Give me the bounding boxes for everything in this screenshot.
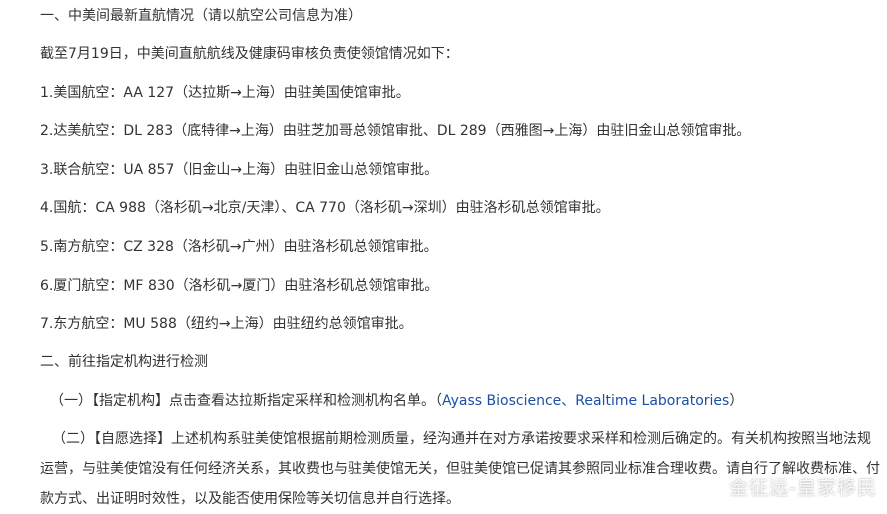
section-2-heading: 二、前往指定机构进行检测	[40, 354, 208, 370]
flight-item-4: 4.国航：CA 988（洛杉矶→北京/天津）、CA 770（洛杉矶→深圳）由驻洛…	[40, 200, 610, 216]
weibo-icon	[699, 477, 723, 497]
flight-item-6: 6.厦门航空：MF 830（洛杉矶→厦门）由驻洛杉矶总领馆审批。	[40, 278, 439, 294]
flight-item-1: 1.美国航空：AA 127（达拉斯→上海）由驻美国使馆审批。	[40, 85, 410, 101]
realtime-laboratories-link[interactable]: Realtime Laboratories	[575, 393, 729, 409]
flight-item-5: 5.南方航空：CZ 328（洛杉矶→广州）由驻洛杉矶总领馆审批。	[40, 239, 438, 255]
flight-item-3: 3.联合航空：UA 857（旧金山→上海）由驻旧金山总领馆审批。	[40, 162, 439, 178]
voluntary-choice-paragraph: （二）【自愿选择】上述机构系驻美使馆根据前期检测质量，经沟通并在对方承诺按要求采…	[40, 431, 880, 507]
designated-institutions-item: （一）【指定机构】点击查看达拉斯指定采样和检测机构名单。（Ayass Biosc…	[50, 391, 743, 411]
watermark-text: 金征远-皇家移民	[729, 477, 877, 499]
ayass-bioscience-link[interactable]: Ayass Bioscience	[442, 393, 561, 409]
section-1-intro: 截至7月19日，中美间直航航线及健康码审核负责使领馆情况如下：	[40, 46, 459, 62]
flight-item-7: 7.东方航空：MU 588（纽约→上海）由驻纽约总领馆审批。	[40, 316, 413, 332]
link-separator: 、	[561, 393, 576, 409]
closing-paren: ）	[729, 393, 744, 409]
watermark: 金征远-皇家移民	[699, 473, 877, 500]
designated-institutions-text: （一）【指定机构】点击查看达拉斯指定采样和检测机构名单。（	[50, 393, 442, 409]
flight-item-2: 2.达美航空：DL 283（底特律→上海）由驻芝加哥总领馆审批、DL 289（西…	[40, 123, 751, 139]
section-1-heading: 一、中美间最新直航情况（请以航空公司信息为准）	[40, 8, 362, 24]
